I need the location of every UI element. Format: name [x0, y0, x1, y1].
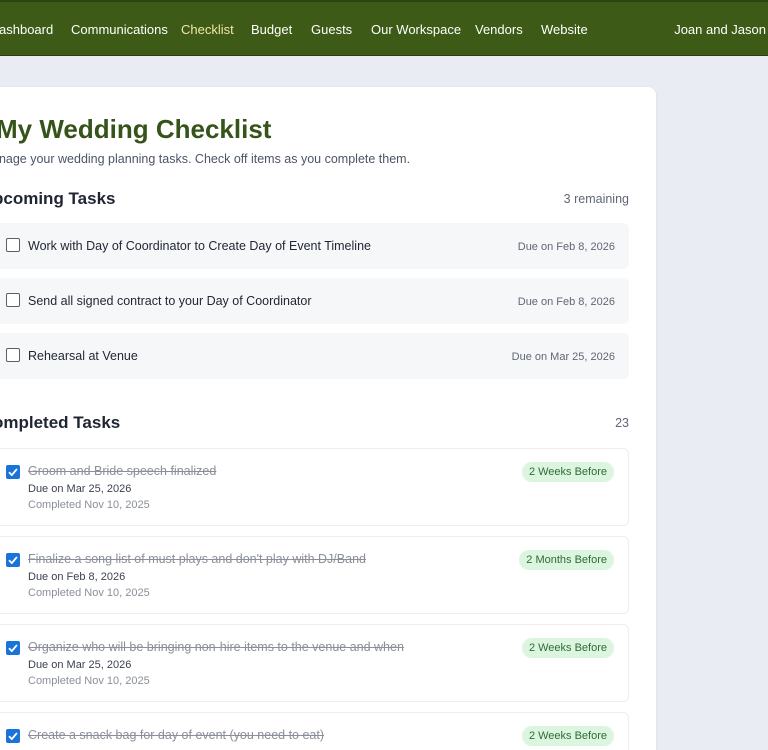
task-due-date: Due on Feb 8, 2026 [517, 241, 615, 253]
task-checkbox-checked[interactable] [6, 553, 20, 567]
task-completed-date: Completed Nov 10, 2025 [28, 587, 150, 599]
timeframe-badge: 2 Weeks Before [521, 462, 614, 482]
task-checkbox-checked[interactable] [6, 465, 20, 479]
nav-guests[interactable]: Guests [311, 22, 352, 37]
completed-task-row: Groom and Bride speech finalized Due on … [0, 448, 629, 526]
nav-dashboard[interactable]: ashboard [0, 22, 53, 37]
checkmark-icon [8, 468, 18, 477]
upcoming-remaining-count: 3 remaining [563, 192, 629, 206]
checkmark-icon [8, 644, 18, 653]
checkmark-icon [8, 732, 18, 741]
task-checkbox-checked[interactable] [6, 641, 20, 655]
upcoming-section-title: pcoming Tasks [0, 189, 116, 208]
nav-our-workspace[interactable]: Our Workspace [371, 22, 461, 37]
top-navigation: ashboard Communications Checklist Budget… [0, 0, 768, 56]
timeframe-badge: 2 Months Before [519, 550, 614, 570]
nav-website[interactable]: Website [541, 22, 588, 37]
task-due-date: Due on Mar 25, 2026 [28, 659, 132, 671]
task-due-date: Due on Mar 25, 2026 [28, 483, 132, 495]
user-account-menu[interactable]: Joan and Jason [674, 22, 766, 37]
task-label: Rehearsal at Venue [28, 349, 138, 363]
task-checkbox-checked[interactable] [6, 729, 20, 743]
completed-task-row: Create a snack bag for day of event (you… [0, 712, 629, 750]
task-label: Work with Day of Coordinator to Create D… [28, 239, 371, 253]
task-label: Send all signed contract to your Day of … [28, 294, 312, 308]
task-completed-date: Completed Nov 10, 2025 [28, 675, 150, 687]
page-title: My Wedding Checklist [0, 114, 272, 144]
completed-section-title: ompleted Tasks [0, 413, 121, 432]
upcoming-task-row: Send all signed contract to your Day of … [0, 278, 629, 324]
task-checkbox[interactable] [6, 293, 20, 307]
upcoming-task-row: Rehearsal at Venue Due on Mar 25, 2026 [0, 333, 629, 379]
task-checkbox[interactable] [6, 348, 20, 362]
task-due-date: Due on Feb 8, 2026 [28, 571, 126, 583]
nav-budget[interactable]: Budget [251, 22, 292, 37]
timeframe-badge: 2 Weeks Before [521, 638, 614, 658]
completed-count: 23 [615, 416, 629, 430]
upcoming-task-row: Work with Day of Coordinator to Create D… [0, 223, 629, 269]
task-due-date: Due on Mar 25, 2026 [511, 351, 615, 363]
task-label: Organize who will be bringing non-hire i… [28, 640, 404, 654]
task-checkbox[interactable] [6, 238, 20, 252]
checkmark-icon [8, 556, 18, 565]
nav-vendors[interactable]: Vendors [475, 22, 523, 37]
nav-checklist[interactable]: Checklist [181, 22, 234, 37]
nav-communications[interactable]: Communications [71, 22, 168, 37]
timeframe-badge: 2 Weeks Before [521, 726, 614, 746]
completed-task-row: Finalize a song list of must plays and d… [0, 536, 629, 614]
task-label: Create a snack bag for day of event (you… [28, 728, 325, 742]
task-due-date: Due on Feb 8, 2026 [517, 296, 615, 308]
task-label: Groom and Bride speech finalized [28, 464, 217, 478]
page-subtitle: anage your wedding planning tasks. Check… [0, 152, 411, 166]
task-label: Finalize a song list of must plays and d… [28, 552, 366, 566]
completed-task-row: Organize who will be bringing non-hire i… [0, 624, 629, 702]
task-completed-date: Completed Nov 10, 2025 [28, 499, 150, 511]
